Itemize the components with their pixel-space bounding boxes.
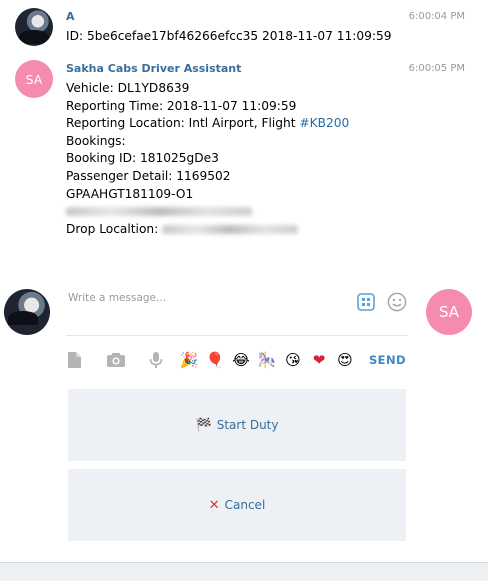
message-text: ID: 5be6cefae17bf46266efcc35 2018-11-07 … [66, 28, 391, 46]
cancel-button[interactable]: ✕ Cancel [68, 469, 406, 541]
keyboard-grid-icon [357, 293, 375, 311]
send-button[interactable]: SEND [369, 353, 406, 367]
message-time: 6:00:04 PM [408, 11, 465, 22]
start-duty-button[interactable]: 🏁 Start Duty [68, 389, 406, 461]
camera-icon[interactable] [106, 350, 126, 370]
composer-divider [66, 335, 408, 336]
message-line: GPAAHGT181109-O1 [66, 186, 194, 201]
message-line-text: Reporting Location: Intl Airport, Flight [66, 116, 300, 131]
message-time: 6:00:05 PM [408, 63, 465, 74]
avatar-initials: SA [438, 303, 460, 321]
carousel-emoji[interactable]: 🎠 [257, 350, 277, 370]
message-text: Vehicle: DL1YD8639 Reporting Time: 2018-… [66, 80, 349, 238]
kiss-emoji[interactable]: 😘 [283, 350, 303, 370]
emoji-picker-button[interactable] [386, 291, 408, 313]
message-line: Drop Localtion: [66, 221, 349, 239]
hashtag-link[interactable]: #KB200 [299, 116, 349, 130]
message-line: Booking ID: 181025gDe3 [66, 151, 219, 166]
heart-emoji[interactable]: ❤ [309, 350, 329, 370]
start-duty-label: Start Duty [216, 418, 279, 432]
bottom-bar [0, 562, 488, 581]
message-line: Bookings: [66, 133, 126, 148]
user-avatar-photo[interactable] [4, 289, 50, 335]
message-line: Passenger Detail: 1169502 [66, 168, 231, 183]
heart-eyes-emoji[interactable]: 😍 [335, 350, 355, 370]
redacted-text [162, 224, 299, 234]
message-input[interactable] [68, 290, 348, 306]
tears-of-joy-emoji[interactable]: 😂 [231, 350, 251, 370]
cross-mark-icon: ✕ [208, 497, 220, 513]
avatar-initials: SA [25, 71, 43, 87]
balloon-emoji[interactable]: 🎈 [205, 350, 225, 370]
avatar[interactable]: SA [15, 60, 53, 98]
redacted-line [66, 203, 349, 221]
message-line: Reporting Location: Intl Airport, Flight… [66, 115, 349, 133]
avatar-photo[interactable] [15, 8, 53, 46]
message-line-text: Drop Localtion: [66, 221, 163, 236]
checkered-flag-icon: 🏁 [195, 417, 212, 433]
redacted-text [66, 207, 252, 217]
bot-keyboard-button[interactable] [356, 292, 376, 312]
smiley-icon [387, 292, 407, 312]
message-sender[interactable]: Sakha Cabs Driver Assistant [66, 62, 241, 75]
party-popper-emoji[interactable]: 🎉 [179, 350, 199, 370]
file-icon[interactable] [64, 350, 84, 370]
bot-avatar[interactable]: SA [426, 289, 472, 335]
cancel-label: Cancel [224, 498, 266, 512]
microphone-icon[interactable] [146, 350, 166, 370]
message-line: Reporting Time: 2018-11-07 11:09:59 [66, 98, 297, 113]
message-line: Vehicle: DL1YD8639 [66, 81, 190, 95]
message-sender[interactable]: A [66, 10, 75, 23]
message-line: ID: 5be6cefae17bf46266efcc35 2018-11-07 … [66, 29, 392, 43]
